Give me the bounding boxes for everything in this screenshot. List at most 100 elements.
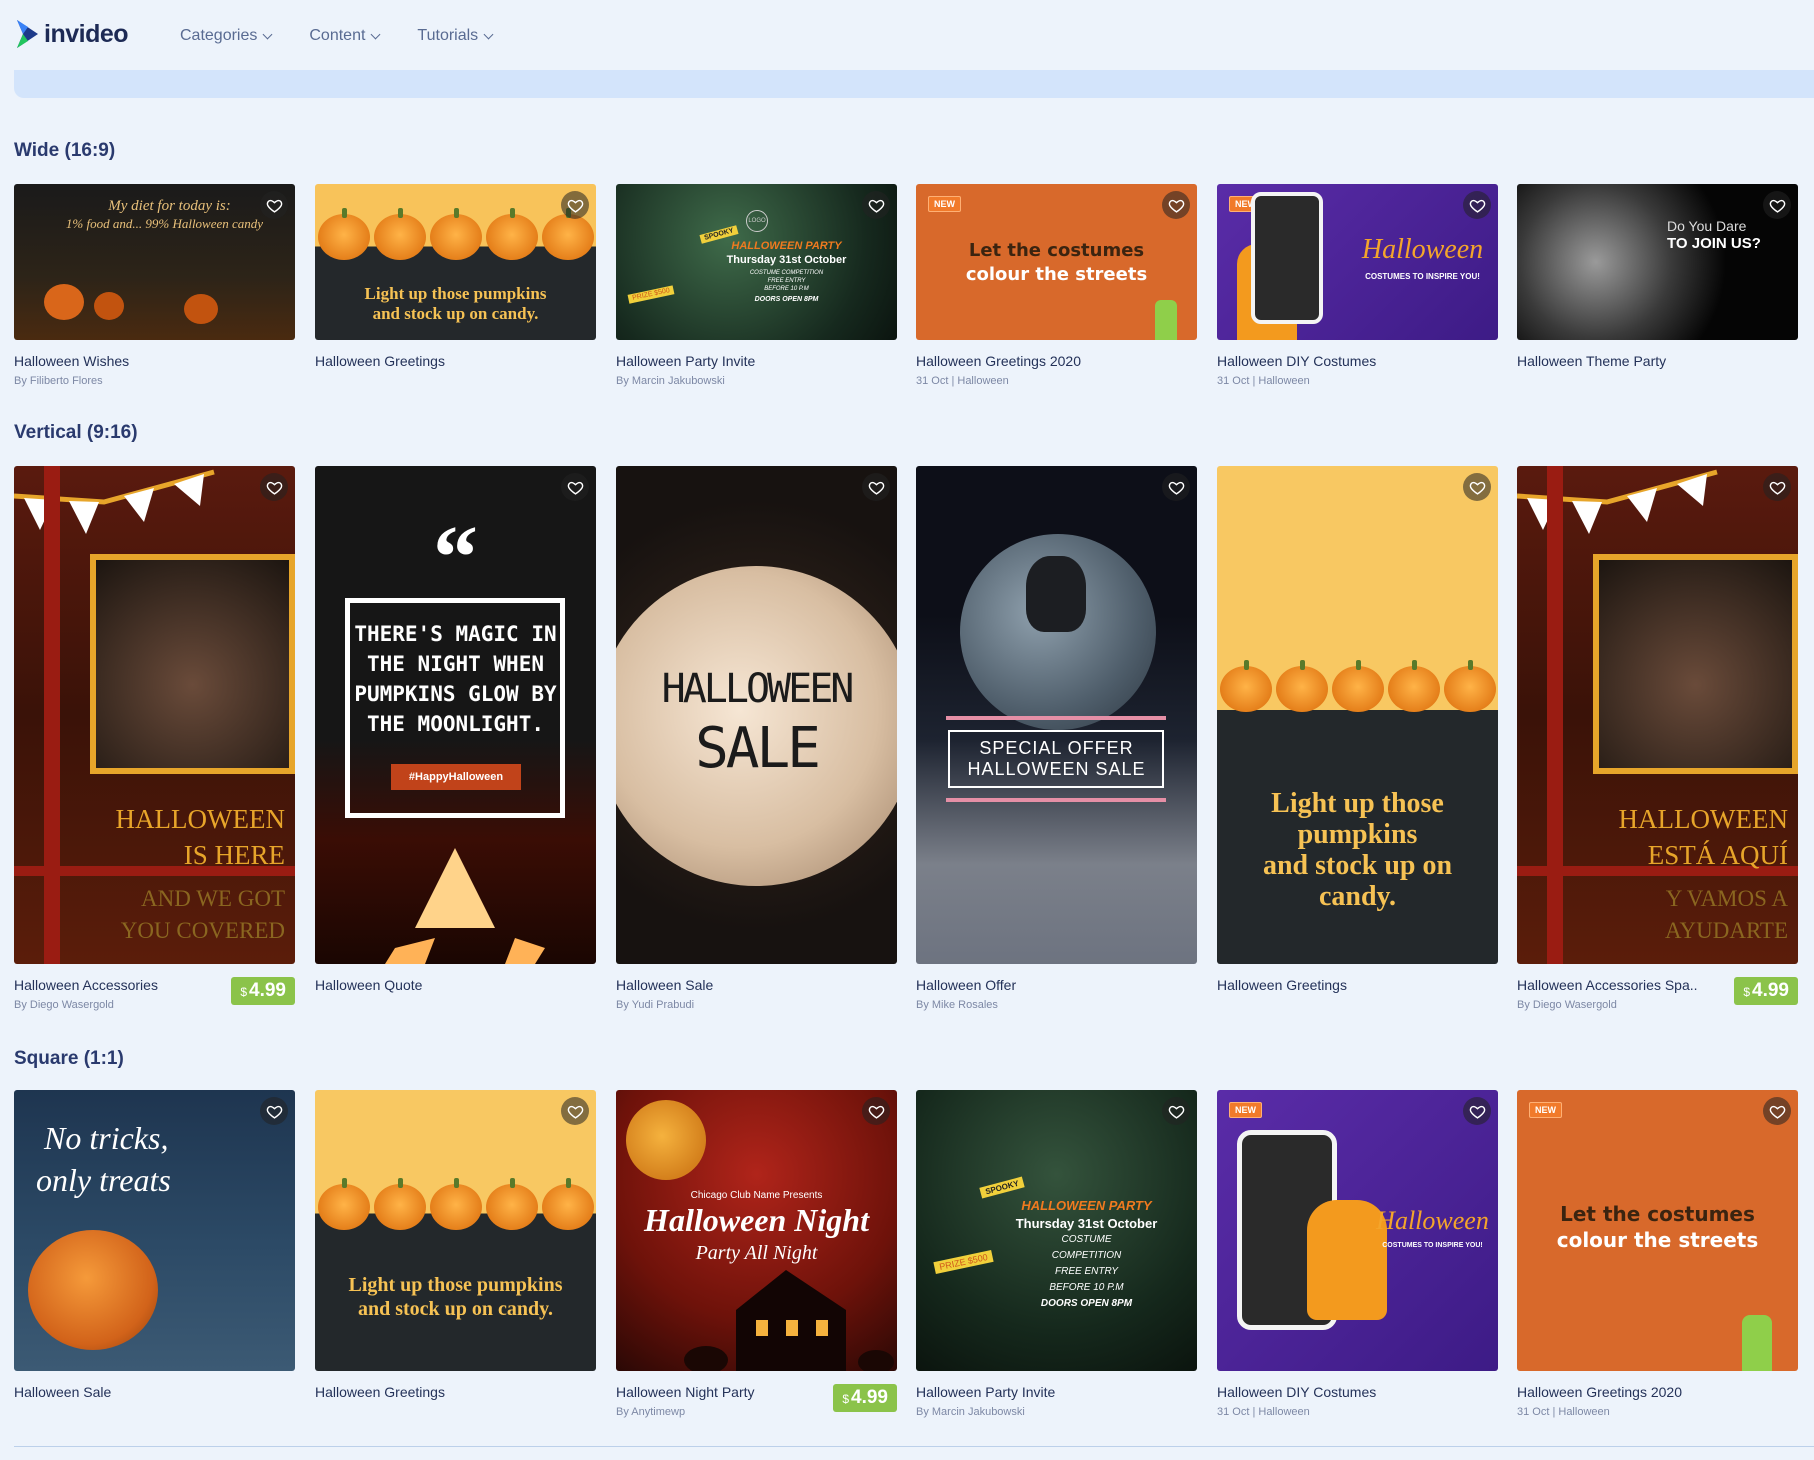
template-card[interactable]: Light up those pumpkins and stock up on … [1217, 466, 1498, 999]
template-thumbnail[interactable]: No tricks, only treats [14, 1090, 295, 1371]
card-title[interactable]: Halloween Greetings [1217, 977, 1427, 993]
template-thumbnail[interactable]: HALLOWEEN IS HERE AND WE GOT YOU COVERED [14, 466, 295, 964]
favorite-heart-button[interactable] [1763, 191, 1791, 219]
template-card[interactable]: SPECIAL OFFER HALLOWEEN SALE Halloween O… [916, 466, 1197, 1011]
price-badge[interactable]: $4.99 [231, 977, 295, 1005]
template-card[interactable]: NEW Halloween COSTUMES TO INSPIRE YOU! H… [1217, 184, 1498, 387]
favorite-heart-button[interactable] [1162, 191, 1190, 219]
favorite-heart-button[interactable] [862, 473, 890, 501]
template-card[interactable]: LOGO SPOOKY HALLOWEEN PARTY Thursday 31s… [616, 184, 897, 387]
favorite-heart-button[interactable] [561, 473, 589, 501]
template-thumbnail[interactable]: SPECIAL OFFER HALLOWEEN SALE [916, 466, 1197, 964]
card-title[interactable]: Halloween Sale [14, 1384, 224, 1400]
nav-categories[interactable]: Categories [180, 27, 273, 45]
template-thumbnail[interactable]: HALLOWEEN ESTÁ AQUÍ Y VAMOS A AYUDARTE [1517, 466, 1798, 964]
thumb-text: BEFORE 10 P.M [764, 286, 809, 292]
template-card[interactable]: HALLOWEEN IS HERE AND WE GOT YOU COVERED… [14, 466, 295, 1011]
template-card[interactable]: HALLOWEEN ESTÁ AQUÍ Y VAMOS A AYUDARTE H… [1517, 466, 1798, 1011]
nav-tutorials[interactable]: Tutorials [417, 27, 494, 45]
favorite-heart-button[interactable] [1463, 1097, 1491, 1125]
template-card[interactable]: Do You Dare TO JOIN US? Halloween Theme … [1517, 184, 1798, 375]
template-card[interactable]: My diet for today is: 1% food and... 99%… [14, 184, 295, 387]
favorite-heart-button[interactable] [561, 191, 589, 219]
template-thumbnail[interactable]: Light up those pumpkins and stock up on … [315, 1090, 596, 1371]
card-title[interactable]: Halloween Greetings 2020 [916, 353, 1126, 369]
template-thumbnail[interactable]: Chicago Club Name Presents Halloween Nig… [616, 1090, 897, 1371]
nav-content[interactable]: Content [309, 27, 381, 45]
template-card[interactable]: “ THERE'S MAGIC IN THE NIGHT WHEN PUMPKI… [315, 466, 596, 999]
template-thumbnail[interactable]: SPOOKY HALLOWEEN PARTY Thursday 31st Oct… [916, 1090, 1197, 1371]
card-title[interactable]: Halloween Greetings [315, 1384, 525, 1400]
favorite-heart-button[interactable] [1763, 1097, 1791, 1125]
template-card[interactable]: HALLOWEEN SALE Halloween Sale By Yudi Pr… [616, 466, 897, 1011]
logo-text: invideo [44, 19, 129, 48]
card-title[interactable]: Halloween Theme Party [1517, 353, 1727, 369]
template-card[interactable]: SPOOKY HALLOWEEN PARTY Thursday 31st Oct… [916, 1090, 1197, 1418]
template-thumbnail[interactable]: HALLOWEEN SALE [616, 466, 897, 964]
card-title[interactable]: Halloween Offer [916, 977, 1126, 993]
template-card[interactable]: Light up those pumpkins and stock up on … [315, 1090, 596, 1406]
thumb-text: COSTUMES TO INSPIRE YOU! [1382, 1242, 1483, 1249]
nav-tutorials-label: Tutorials [417, 27, 479, 44]
jack-o-lantern-decor [385, 848, 545, 964]
card-title[interactable]: Halloween DIY Costumes [1217, 353, 1427, 369]
price-badge[interactable]: $4.99 [1734, 977, 1798, 1005]
template-card[interactable]: Chicago Club Name Presents Halloween Nig… [616, 1090, 897, 1418]
template-card[interactable]: NEW Let the costumes colour the streets … [1517, 1090, 1798, 1418]
favorite-heart-button[interactable] [260, 473, 288, 501]
card-title[interactable]: Halloween DIY Costumes [1217, 1384, 1427, 1400]
thumb-text: Light up those [1271, 788, 1444, 819]
favorite-heart-button[interactable] [862, 191, 890, 219]
search-banner [14, 70, 1814, 98]
card-title[interactable]: Halloween Party Invite [916, 1384, 1126, 1400]
template-thumbnail[interactable]: “ THERE'S MAGIC IN THE NIGHT WHEN PUMPKI… [315, 466, 596, 964]
favorite-heart-button[interactable] [260, 191, 288, 219]
template-thumbnail[interactable]: NEW Halloween COSTUMES TO INSPIRE YOU! [1217, 1090, 1498, 1371]
card-title[interactable]: Halloween Quote [315, 977, 525, 993]
template-card[interactable]: Light up those pumpkins and stock up on … [315, 184, 596, 375]
template-thumbnail[interactable]: NEW Let the costumes colour the streets [1517, 1090, 1798, 1371]
favorite-heart-button[interactable] [862, 1097, 890, 1125]
template-card[interactable]: NEW Halloween COSTUMES TO INSPIRE YOU! H… [1217, 1090, 1498, 1418]
template-thumbnail[interactable]: NEW Halloween COSTUMES TO INSPIRE YOU! [1217, 184, 1498, 340]
favorite-heart-button[interactable] [1763, 473, 1791, 501]
template-thumbnail[interactable]: Light up those pumpkins and stock up on … [1217, 466, 1498, 964]
invideo-logo[interactable]: invideo [14, 18, 129, 50]
card-title[interactable]: Halloween Greetings [315, 353, 525, 369]
card-title[interactable]: Halloween Wishes [14, 353, 224, 369]
heart-icon [868, 199, 884, 213]
favorite-heart-button[interactable] [561, 1097, 589, 1125]
new-badge: NEW [928, 196, 961, 212]
card-title[interactable]: Halloween Accessories [14, 977, 224, 993]
favorite-heart-button[interactable] [260, 1097, 288, 1125]
thumb-text: COMPETITION [1051, 1250, 1122, 1261]
template-card[interactable]: No tricks, only treats Halloween Sale [14, 1090, 295, 1406]
favorite-heart-button[interactable] [1463, 191, 1491, 219]
template-card[interactable]: NEW Let the costumes colour the streets … [916, 184, 1197, 387]
frame-decor [44, 466, 60, 964]
nav-menu: Categories Content Tutorials [180, 27, 530, 45]
thumb-text: COSTUMES TO INSPIRE YOU! [1365, 272, 1480, 281]
nav-content-label: Content [309, 27, 366, 44]
thumb-text: colour the streets [1556, 1228, 1759, 1252]
heart-icon [1168, 481, 1184, 495]
template-thumbnail[interactable]: NEW Let the costumes colour the streets [916, 184, 1197, 340]
favorite-heart-button[interactable] [1162, 1097, 1190, 1125]
card-title[interactable]: Halloween Party Invite [616, 353, 826, 369]
template-thumbnail[interactable]: My diet for today is: 1% food and... 99%… [14, 184, 295, 340]
template-thumbnail[interactable]: LOGO SPOOKY HALLOWEEN PARTY Thursday 31s… [616, 184, 897, 340]
thumb-text: COSTUME COMPETITION [749, 270, 824, 276]
card-title[interactable]: Halloween Greetings 2020 [1517, 1384, 1727, 1400]
template-thumbnail[interactable]: Do You Dare TO JOIN US? [1517, 184, 1798, 340]
thumb-text: HALLOWEEN PARTY [731, 240, 842, 252]
price-badge[interactable]: $4.99 [833, 1384, 897, 1412]
template-thumbnail[interactable]: Light up those pumpkins and stock up on … [315, 184, 596, 340]
price-amount: 4.99 [851, 1387, 888, 1408]
card-title[interactable]: Halloween Sale [616, 977, 826, 993]
favorite-heart-button[interactable] [1162, 473, 1190, 501]
card-title[interactable]: Halloween Night Party [616, 1384, 826, 1400]
card-title[interactable]: Halloween Accessories Spa.. [1517, 977, 1707, 993]
favorite-heart-button[interactable] [1463, 473, 1491, 501]
card-author: By Marcin Jakubowski [616, 375, 725, 387]
card-author: By Filiberto Flores [14, 375, 103, 387]
